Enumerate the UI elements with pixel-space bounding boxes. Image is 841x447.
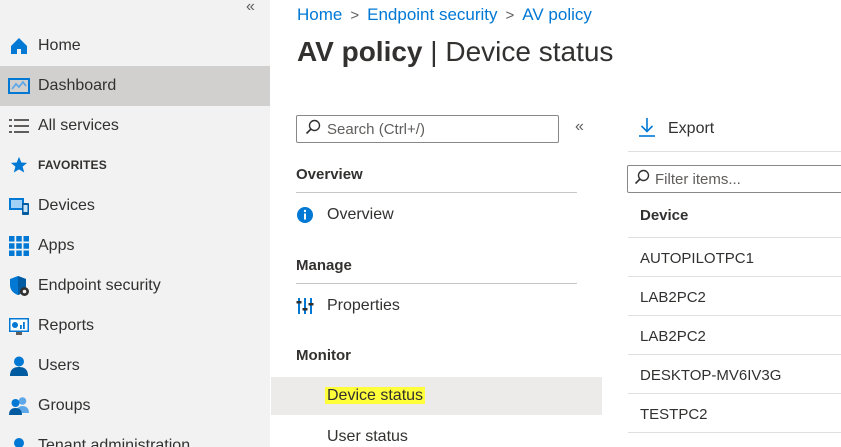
toolbar-divider (628, 151, 841, 152)
column-header-device[interactable]: Device (640, 207, 688, 224)
star-icon (8, 154, 30, 176)
menu-item-label: User status (327, 428, 408, 445)
left-nav: « Home Dashboard All services FAVORITES … (0, 0, 270, 447)
section-divider (296, 283, 577, 284)
export-label: Export (668, 120, 715, 137)
menu-search-box[interactable] (296, 115, 559, 143)
table-row-divider (628, 315, 841, 316)
reports-icon (8, 315, 30, 337)
nav-item-label: Home (38, 37, 81, 54)
table-row-divider (628, 354, 841, 355)
nav-item-groups[interactable]: Groups (0, 386, 270, 426)
table-row-divider (628, 237, 841, 238)
menu-item-label: Properties (327, 297, 400, 314)
properties-icon (296, 297, 314, 315)
section-heading-monitor: Monitor (296, 347, 351, 364)
apps-grid-icon (8, 235, 30, 257)
menu-item-device-status[interactable]: Device status (271, 377, 602, 415)
menu-item-properties[interactable]: Properties (271, 287, 602, 325)
section-heading-overview: Overview (296, 166, 363, 183)
info-icon (296, 206, 314, 224)
favorites-label: FAVORITES (38, 158, 107, 172)
nav-item-label: All services (38, 117, 119, 134)
section-divider (296, 192, 577, 193)
nav-item-devices[interactable]: Devices (0, 186, 270, 226)
menu-item-label: Overview (327, 206, 394, 223)
page-title-sub: Device status (445, 36, 614, 67)
nav-item-label: Users (38, 357, 80, 374)
nav-item-endpoint-security[interactable]: Endpoint security (0, 266, 270, 306)
table-row[interactable]: DESKTOP-MV6IV3G (640, 367, 781, 384)
home-icon (8, 35, 30, 57)
export-button[interactable]: Export (638, 116, 714, 142)
page-title: AV policy | Device status (297, 36, 613, 68)
shield-icon (8, 275, 30, 297)
menu-search-input[interactable] (327, 120, 547, 138)
table-row-divider (628, 276, 841, 277)
page-title-divider: | (430, 36, 438, 67)
nav-item-label: Tenant administration (38, 437, 191, 447)
nav-item-apps[interactable]: Apps (0, 226, 270, 266)
nav-item-reports[interactable]: Reports (0, 306, 270, 346)
table-row[interactable]: LAB2PC2 (640, 289, 706, 306)
search-icon (305, 119, 321, 140)
nav-item-all-services[interactable]: All services (0, 106, 270, 146)
breadcrumb-av-policy-link[interactable]: AV policy (522, 5, 592, 25)
filter-input[interactable] (655, 170, 841, 188)
page-title-main: AV policy (297, 36, 423, 67)
nav-item-label: Apps (38, 237, 75, 254)
table-row-divider (628, 432, 841, 433)
nav-item-dashboard[interactable]: Dashboard (0, 66, 270, 106)
user-icon (8, 355, 30, 377)
table-row-divider (628, 393, 841, 394)
dashboard-icon (8, 75, 30, 97)
menu-item-label: Device status (325, 387, 426, 405)
devices-icon (8, 195, 30, 217)
section-heading-manage: Manage (296, 257, 352, 274)
tenant-icon (8, 435, 30, 447)
nav-item-users[interactable]: Users (0, 346, 270, 386)
nav-item-label: Groups (38, 397, 91, 414)
nav-item-home[interactable]: Home (0, 26, 270, 66)
breadcrumb-separator: > (350, 6, 360, 24)
search-icon (634, 169, 650, 190)
breadcrumb: Home > Endpoint security > AV policy (297, 4, 592, 26)
collapse-menu-button[interactable]: « (575, 118, 584, 136)
breadcrumb-separator: > (505, 6, 515, 24)
download-icon (638, 117, 656, 142)
highlight-marker: Device status (325, 387, 426, 404)
nav-item-label: Endpoint security (38, 277, 161, 294)
collapse-nav-button[interactable]: « (246, 0, 255, 15)
breadcrumb-home-link[interactable]: Home (297, 5, 342, 25)
menu-item-user-status[interactable]: User status (271, 418, 602, 447)
table-row[interactable]: TESTPC2 (640, 406, 708, 423)
groups-icon (8, 395, 30, 417)
nav-favorites-header: FAVORITES (0, 145, 270, 185)
table-row[interactable]: LAB2PC2 (640, 328, 706, 345)
nav-item-label: Reports (38, 317, 95, 334)
filter-box[interactable] (627, 165, 841, 193)
nav-item-label: Dashboard (38, 77, 117, 94)
nav-item-label: Devices (38, 197, 95, 214)
nav-item-tenant-administration[interactable]: Tenant administration (0, 426, 270, 447)
list-icon (8, 115, 30, 137)
table-row[interactable]: AUTOPILOTPC1 (640, 250, 754, 267)
menu-item-overview[interactable]: Overview (271, 196, 602, 234)
breadcrumb-endpoint-security-link[interactable]: Endpoint security (367, 5, 497, 25)
